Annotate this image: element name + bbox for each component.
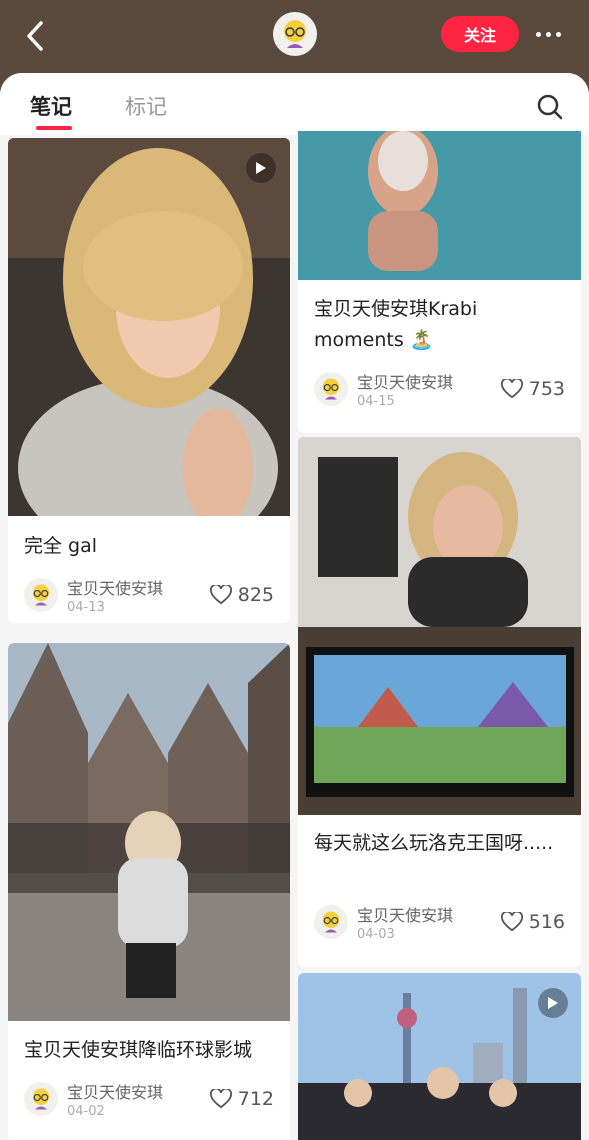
cartoon-avatar-icon	[32, 1088, 50, 1110]
video-badge	[538, 988, 568, 1018]
follow-button[interactable]: 关注	[441, 16, 519, 52]
like-count: 825	[237, 584, 274, 606]
active-tab-indicator	[36, 126, 72, 130]
tab-bar: 笔记 标记	[0, 73, 589, 135]
author-avatar[interactable]	[24, 1082, 58, 1116]
note-cover-image	[8, 138, 290, 516]
heart-icon	[209, 585, 232, 605]
more-dot	[555, 31, 561, 37]
author-name[interactable]: 宝贝天使安琪	[357, 902, 453, 926]
author-avatar[interactable]	[24, 578, 58, 612]
heart-icon	[500, 912, 523, 932]
video-badge	[246, 153, 276, 183]
top-bar: 关注	[0, 0, 589, 80]
note-card[interactable]: 完全 gal 宝贝天使安琪 04-13 825	[8, 138, 290, 623]
note-card[interactable]: 每天就这么玩洛克王国呀..... 宝贝天使安琪 04-03 516	[298, 437, 581, 967]
like-count: 516	[528, 911, 565, 933]
tab-marks[interactable]: 标记	[125, 91, 167, 121]
chevron-left-icon	[27, 21, 43, 51]
author-name[interactable]: 宝贝天使安琪	[357, 369, 453, 393]
note-title: 宝贝天使安琪降临环球影城	[24, 1039, 253, 1061]
heart-icon	[500, 379, 523, 399]
author-avatar[interactable]	[314, 905, 348, 939]
note-cover-image	[8, 643, 290, 1021]
tab-notes[interactable]: 笔记	[30, 91, 72, 121]
like-button[interactable]: 825	[209, 584, 274, 606]
play-icon	[256, 162, 266, 174]
note-date: 04-15	[357, 394, 395, 409]
note-card[interactable]: 宝贝天使安琪降临环球影城 宝贝天使安琪 04-02 712	[8, 643, 290, 1140]
search-icon	[537, 94, 563, 120]
note-card[interactable]	[298, 973, 581, 1140]
heart-icon	[209, 1089, 232, 1109]
note-title: 完全 gal	[24, 535, 98, 557]
search-button[interactable]	[536, 93, 564, 121]
author-name[interactable]: 宝贝天使安琪	[67, 1079, 163, 1103]
cartoon-avatar-icon	[284, 20, 306, 48]
cartoon-avatar-icon	[322, 911, 340, 933]
like-count: 753	[528, 378, 565, 400]
note-date: 04-03	[357, 927, 395, 942]
more-dots-icon	[535, 31, 541, 37]
note-card[interactable]: 宝贝天使安琪Krabi moments 🏝️ 宝贝天使安琪 04-15 753	[298, 131, 581, 433]
note-cover-image	[298, 437, 581, 815]
like-button[interactable]: 753	[500, 378, 565, 400]
like-button[interactable]: 712	[209, 1088, 274, 1110]
cartoon-avatar-icon	[322, 378, 340, 400]
note-date: 04-13	[67, 600, 105, 615]
back-button[interactable]	[18, 18, 52, 54]
note-date: 04-02	[67, 1104, 105, 1119]
author-avatar[interactable]	[314, 372, 348, 406]
like-count: 712	[237, 1088, 274, 1110]
content-sheet: 笔记 标记 完全 gal 宝贝天使安琪 04-13 825 宝贝天使安琪降临环球…	[0, 73, 589, 1140]
note-title: 宝贝天使安琪Krabi moments 🏝️	[314, 298, 478, 351]
profile-avatar[interactable]	[273, 12, 317, 56]
play-icon	[548, 997, 558, 1009]
like-button[interactable]: 516	[500, 911, 565, 933]
more-dot	[545, 31, 551, 37]
author-name[interactable]: 宝贝天使安琪	[67, 575, 163, 599]
note-title: 每天就这么玩洛克王国呀.....	[314, 832, 554, 854]
cartoon-avatar-icon	[32, 584, 50, 606]
note-cover-image	[298, 131, 581, 280]
more-button[interactable]	[528, 20, 568, 48]
